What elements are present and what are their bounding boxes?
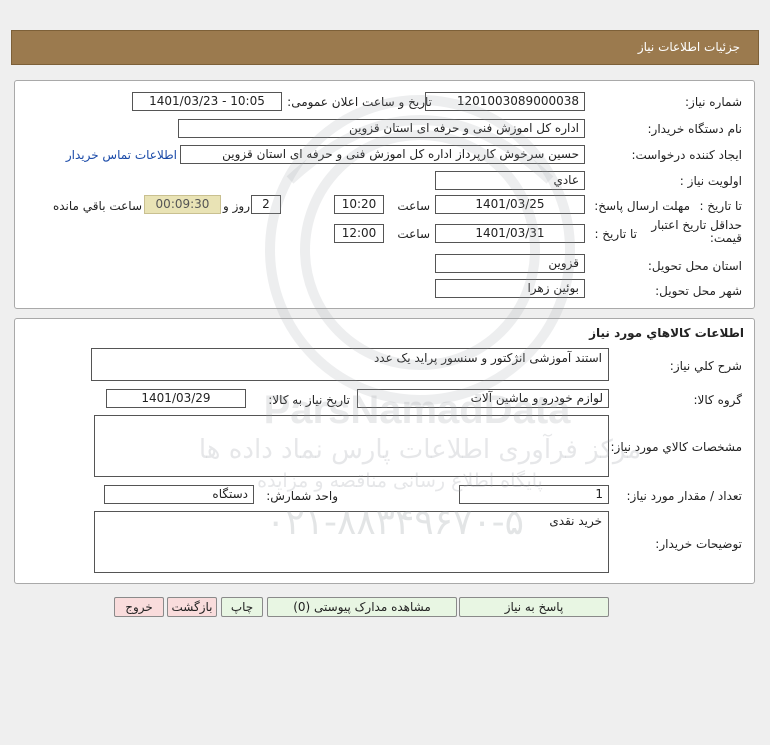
deadline-time-label: ساعت [397,199,430,213]
city-field: بوئین زهرا [435,279,585,298]
validity-time-field: 12:00 [334,224,384,243]
need-info-panel [14,80,755,309]
buyer-org-label: نام دستگاه خریدار: [647,122,743,136]
requester-field: حسین سرخوش کارپرداز اداره کل اموزش فنی و… [180,145,585,164]
summary-field: استند آموزشی انژکتور و سنسور پراید یک عد… [91,348,609,381]
goods-section-title: اطلاعات کالاهاي مورد نياز [589,326,744,340]
province-field: قزوین [435,254,585,273]
requester-label: ایجاد کننده درخواست: [631,148,742,162]
validity-label: حداقل تاریخ اعتبار قیمت: [642,219,742,245]
specs-field [94,415,609,477]
buyer-org-field: اداره کل اموزش فنی و حرفه ای استان قزوین [178,119,585,138]
days-field: 2 [251,195,281,214]
need-number-label: شماره نیاز: [685,95,742,109]
countdown-timer: 00:09:30 [144,195,221,214]
deadline-time-field: 10:20 [334,195,384,214]
deadline-to-date-label: تا تاریخ : [699,199,742,213]
qty-field: 1 [459,485,609,504]
back-button[interactable]: بازگشت [167,597,217,617]
announce-field: 1401/03/23 - 10:05 [132,92,282,111]
priority-label: اولویت نیاز : [679,174,742,188]
exit-button[interactable]: خروج [114,597,164,617]
need-number-field: 1201003089000038 [425,92,585,111]
deadline-date-field: 1401/03/25 [435,195,585,214]
need-date-field: 1401/03/29 [106,389,246,408]
unit-field: دستگاه [104,485,254,504]
validity-label-text: حداقل تاریخ اعتبار قیمت: [651,218,742,245]
print-button[interactable]: چاپ [221,597,263,617]
contact-info-link[interactable]: اطلاعات تماس خریدار [62,148,177,162]
deadline-label: مهلت ارسال پاسخ: [594,199,690,213]
announce-label: تاریخ و ساعت اعلان عمومی: [287,95,432,109]
reply-button[interactable]: پاسخ به نیاز [459,597,609,617]
buyer-notes-field: خرید نقدی [94,511,609,573]
days-label: روز و [223,199,250,213]
page-title: جزئیات اطلاعات نیاز [637,40,740,54]
attachments-button[interactable]: مشاهده مدارک پیوستی (0) [267,597,457,617]
need-date-label: تاریخ نیاز به کالا: [268,393,350,407]
qty-label: تعداد / مقدار مورد نیاز: [626,489,742,503]
validity-date-field: 1401/03/31 [435,224,585,243]
priority-field: عادي [435,171,585,190]
validity-to-date-label: تا تاریخ : [594,227,637,241]
unit-label: واحد شمارش: [266,489,338,503]
city-label: شهر محل تحویل: [655,284,742,298]
group-label: گروه کالا: [693,393,743,407]
buyer-notes-label: توضیحات خریدار: [655,537,742,551]
group-field: لوازم خودرو و ماشین آلات [357,389,609,408]
validity-time-label: ساعت [397,227,430,241]
specs-label: مشخصات کالاي مورد نياز: [610,440,742,454]
province-label: استان محل تحویل: [647,259,742,273]
remaining-label: ساعت باقي مانده [52,199,142,213]
summary-label: شرح کلي نياز: [669,359,742,373]
page-header: جزئیات اطلاعات نیاز [11,30,759,65]
